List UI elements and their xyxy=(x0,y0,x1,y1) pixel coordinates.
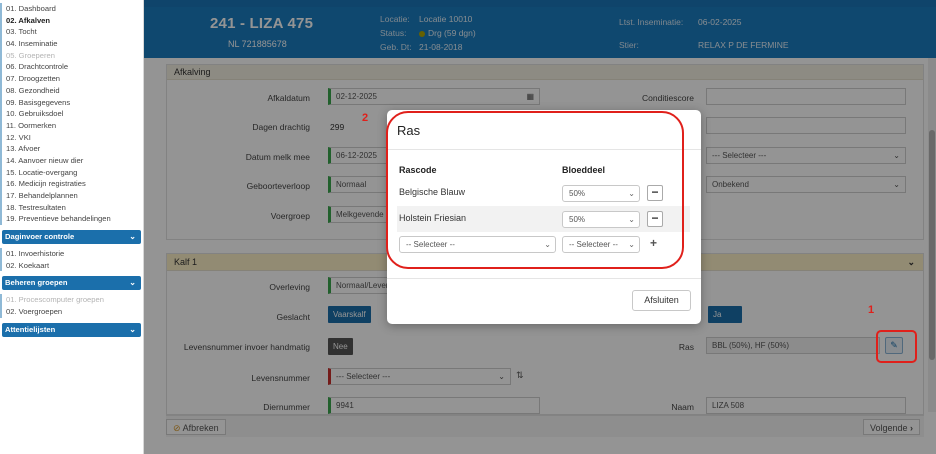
annotation-number-2: 2 xyxy=(362,112,369,124)
sidebar-section-header[interactable]: Attentielijsten ⌄ xyxy=(2,322,141,337)
sidebar-section-title: Daginvoer controle xyxy=(5,232,75,242)
sidebar-item[interactable]: 07. Droogzetten xyxy=(0,73,143,85)
chevron-down-icon: ⌄ xyxy=(129,324,136,334)
sidebar-item[interactable]: 17. Behandelplannen xyxy=(0,190,143,202)
sidebar-item[interactable]: 16. Medicijn registraties xyxy=(0,178,143,190)
sidebar-section-list: 01. Invoerhistorie 02. Koekaart xyxy=(0,248,143,272)
sidebar-item[interactable]: 11. Oormerken xyxy=(0,119,143,132)
sidebar-section-header[interactable]: Beheren groepen ⌄ xyxy=(2,276,141,291)
sidebar-item[interactable]: 15. Locatie-overgang xyxy=(0,166,143,179)
chevron-down-icon: ⌄ xyxy=(129,232,136,242)
sidebar-item[interactable]: 12. VKI xyxy=(0,131,143,144)
modal-footer-divider xyxy=(387,278,701,279)
afsluiten-button[interactable]: Afsluiten xyxy=(632,290,691,311)
sidebar-sections: Daginvoer controle ⌄ 01. Invoerhistorie 02.… xyxy=(0,230,143,337)
sidebar-section-list: 01. Procescomputer groepen 02. Voergroepe… xyxy=(0,294,143,318)
sidebar-item[interactable]: 13. Afvoer xyxy=(0,143,143,155)
sidebar-item[interactable]: 01. Dashboard xyxy=(0,3,143,15)
sidebar-item[interactable]: 19. Preventieve behandelingen xyxy=(0,213,143,226)
sidebar-section-title: Beheren groepen xyxy=(5,278,68,288)
sidebar-main-list: 01. Dashboard 02. Afkalven 03. Tocht 04. In… xyxy=(0,0,143,226)
sidebar-item[interactable]: 06. Drachtcontrole xyxy=(0,61,143,74)
sidebar-item[interactable]: 10. Gebruiksdoel xyxy=(0,108,143,120)
sidebar-section-header[interactable]: Daginvoer controle ⌄ xyxy=(2,230,141,245)
sidebar-item[interactable]: 01. Invoerhistorie xyxy=(0,248,143,260)
sidebar-item[interactable]: 02. Afkalven xyxy=(0,14,143,27)
sidebar-item[interactable]: 08. Gezondheid xyxy=(0,84,143,97)
sidebar-section-title: Attentielijsten xyxy=(5,324,56,334)
sidebar-item[interactable]: 14. Aanvoer nieuw dier xyxy=(0,154,143,167)
annotation-number-1: 1 xyxy=(868,304,875,316)
annotation-ring-edit xyxy=(876,330,917,363)
sidebar-item: 05. Groeperen xyxy=(0,49,143,62)
sidebar-item[interactable]: 02. Koekaart xyxy=(0,259,143,272)
sidebar-item: 01. Procescomputer groepen xyxy=(0,294,143,307)
sidebar-item[interactable]: 04. Inseminatie xyxy=(0,38,143,50)
sidebar-item[interactable]: 03. Tocht xyxy=(0,26,143,39)
chevron-down-icon: ⌄ xyxy=(129,278,136,288)
sidebar-item[interactable]: 02. Voergroepen xyxy=(0,306,143,318)
sidebar: 01. Dashboard 02. Afkalven 03. Tocht 04. In… xyxy=(0,0,144,454)
annotation-ring-modal xyxy=(386,111,684,269)
sidebar-item[interactable]: 18. Testresultaten xyxy=(0,201,143,214)
sidebar-item[interactable]: 09. Basisgegevens xyxy=(0,96,143,109)
